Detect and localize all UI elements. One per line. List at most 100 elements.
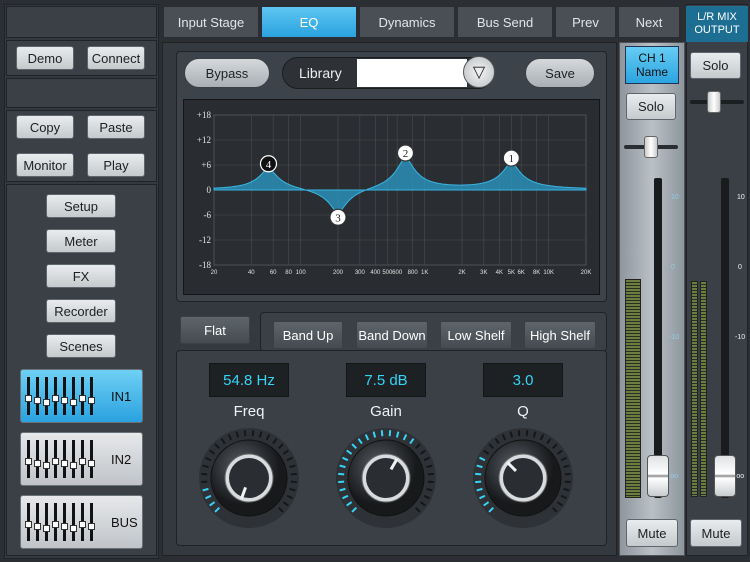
- channel-name-button[interactable]: CH 1 Name: [625, 46, 679, 84]
- mini-fader-knob-icon: [88, 460, 95, 467]
- mini-fader-knob-icon: [34, 523, 41, 530]
- eq-freq-tick: 20: [211, 270, 218, 276]
- eq-freq-tick: 10K: [543, 270, 554, 276]
- mini-fader-icon: [90, 503, 93, 541]
- tab-bus-send[interactable]: Bus Send: [457, 6, 553, 38]
- low-shelf-button[interactable]: Low Shelf: [440, 321, 512, 349]
- mini-fader-icon: [90, 377, 93, 415]
- channel-pan-knob[interactable]: [644, 136, 658, 158]
- eq-freq-tick: 4K: [496, 270, 503, 276]
- channel-bus-label: BUS: [111, 514, 138, 530]
- main-mute-button[interactable]: Mute: [690, 519, 742, 547]
- tab-next[interactable]: Next: [618, 6, 680, 38]
- eq-freq-tick: 80: [285, 270, 292, 276]
- mini-fader-knob-icon: [43, 525, 50, 532]
- monitor-button[interactable]: Monitor: [16, 153, 74, 177]
- eq-freq-tick: 200: [333, 270, 344, 276]
- main-scale-minus10: -10: [735, 334, 746, 341]
- mini-fader-knob-icon: [34, 397, 41, 404]
- freq-knob-center: [229, 458, 269, 498]
- mini-fader-knob-icon: [88, 523, 95, 530]
- save-button[interactable]: Save: [525, 58, 595, 88]
- mini-fader-icon: [90, 440, 93, 478]
- setup-button[interactable]: Setup: [46, 194, 116, 218]
- eq-freq-tick: 400: [370, 270, 381, 276]
- eq-freq-tick: 60: [270, 270, 277, 276]
- meter-button[interactable]: Meter: [46, 229, 116, 253]
- channel-scale-10: 10: [671, 194, 679, 201]
- gain-knob-tick: [338, 480, 345, 484]
- main-balance-knob[interactable]: [707, 91, 721, 113]
- bypass-button[interactable]: Bypass: [184, 58, 270, 88]
- channel-meter: [625, 279, 641, 498]
- eq-curve-plot[interactable]: 20 40 60 80 100 200 300 400 500 600 800 1K 2K 3K 4K 5K 6…: [184, 100, 601, 296]
- mini-fader-knob-icon: [70, 525, 77, 532]
- gain-display: 7.5 dB: [346, 363, 426, 397]
- main-meter-right: [700, 281, 707, 497]
- eq-db-tick: -6: [204, 210, 212, 220]
- tab-input-stage[interactable]: Input Stage: [163, 6, 259, 38]
- tab-dynamics[interactable]: Dynamics: [359, 6, 455, 38]
- gain-knob-center: [366, 458, 406, 498]
- fx-button[interactable]: FX: [46, 264, 116, 288]
- gain-knob-tick: [427, 480, 434, 484]
- mini-fader-icon: [72, 377, 75, 415]
- mini-fader-icon: [72, 440, 75, 478]
- mini-fader-icon: [36, 377, 39, 415]
- channel-in2-label: IN2: [111, 451, 132, 467]
- eq-db-tick: +18: [197, 110, 212, 120]
- channel-in1-label: IN1: [111, 388, 132, 404]
- demo-button[interactable]: Demo: [16, 46, 74, 70]
- mini-fader-knob-icon: [79, 458, 86, 465]
- mini-fader-knob-icon: [52, 458, 59, 465]
- eq-freq-tick: 1K: [421, 270, 428, 276]
- channel-fader-track[interactable]: [654, 178, 662, 498]
- channel-solo-button[interactable]: Solo: [626, 93, 676, 120]
- eq-freq-tick: 600: [392, 270, 403, 276]
- eq-graph: 20 40 60 80 100 200 300 400 500 600 800 1K 2K 3K 4K 5K 6…: [183, 99, 600, 295]
- band-up-button[interactable]: Band Up: [273, 321, 343, 349]
- flat-button[interactable]: Flat: [180, 316, 250, 344]
- recorder-button[interactable]: Recorder: [46, 299, 116, 323]
- main-output-label: L/R MIX OUTPUT: [686, 6, 748, 42]
- tab-eq[interactable]: EQ: [261, 6, 357, 38]
- channel-scale-minus10: -10: [669, 334, 680, 341]
- mini-fader-icon: [63, 440, 66, 478]
- mini-fader-icon: [63, 377, 66, 415]
- main-solo-button[interactable]: Solo: [690, 52, 741, 79]
- channel-mute-button[interactable]: Mute: [626, 519, 678, 547]
- mini-fader-icon: [45, 377, 48, 415]
- copy-button[interactable]: Copy: [16, 115, 74, 139]
- mini-fader-knob-icon: [61, 397, 68, 404]
- mini-fader-knob-icon: [25, 521, 32, 528]
- eq-band-number: 2: [403, 148, 409, 160]
- eq-freq-tick: 300: [355, 270, 366, 276]
- tab-prev[interactable]: Prev: [555, 6, 616, 38]
- q-knob-tick: [475, 480, 482, 484]
- library-value-field[interactable]: [357, 59, 467, 87]
- channel-fader-knob[interactable]: [647, 455, 669, 497]
- left-blank-2: [6, 78, 157, 108]
- library-dropdown-icon[interactable]: ▽: [463, 56, 495, 88]
- scenes-button[interactable]: Scenes: [46, 334, 116, 358]
- main-fader-knob[interactable]: [714, 455, 736, 497]
- play-button[interactable]: Play: [87, 153, 145, 177]
- mini-fader-knob-icon: [52, 395, 59, 402]
- mini-fader-icon: [45, 503, 48, 541]
- eq-db-tick: +6: [201, 160, 211, 170]
- q-knob-tick: [475, 472, 482, 476]
- paste-button[interactable]: Paste: [87, 115, 145, 139]
- main-fader-track[interactable]: [721, 178, 729, 498]
- band-down-button[interactable]: Band Down: [356, 321, 428, 349]
- eq-band-number: 3: [335, 212, 341, 224]
- freq-knob-tick: [290, 472, 297, 476]
- freq-knob-tick: [243, 430, 247, 437]
- freq-knob-tick: [201, 480, 208, 484]
- mini-fader-icon: [36, 440, 39, 478]
- mini-fader-icon: [36, 503, 39, 541]
- main-meter-left: [691, 281, 698, 497]
- q-knob-tick: [564, 472, 571, 476]
- gain-knob-tick: [380, 430, 384, 437]
- high-shelf-button[interactable]: High Shelf: [524, 321, 596, 349]
- connect-button[interactable]: Connect: [87, 46, 145, 70]
